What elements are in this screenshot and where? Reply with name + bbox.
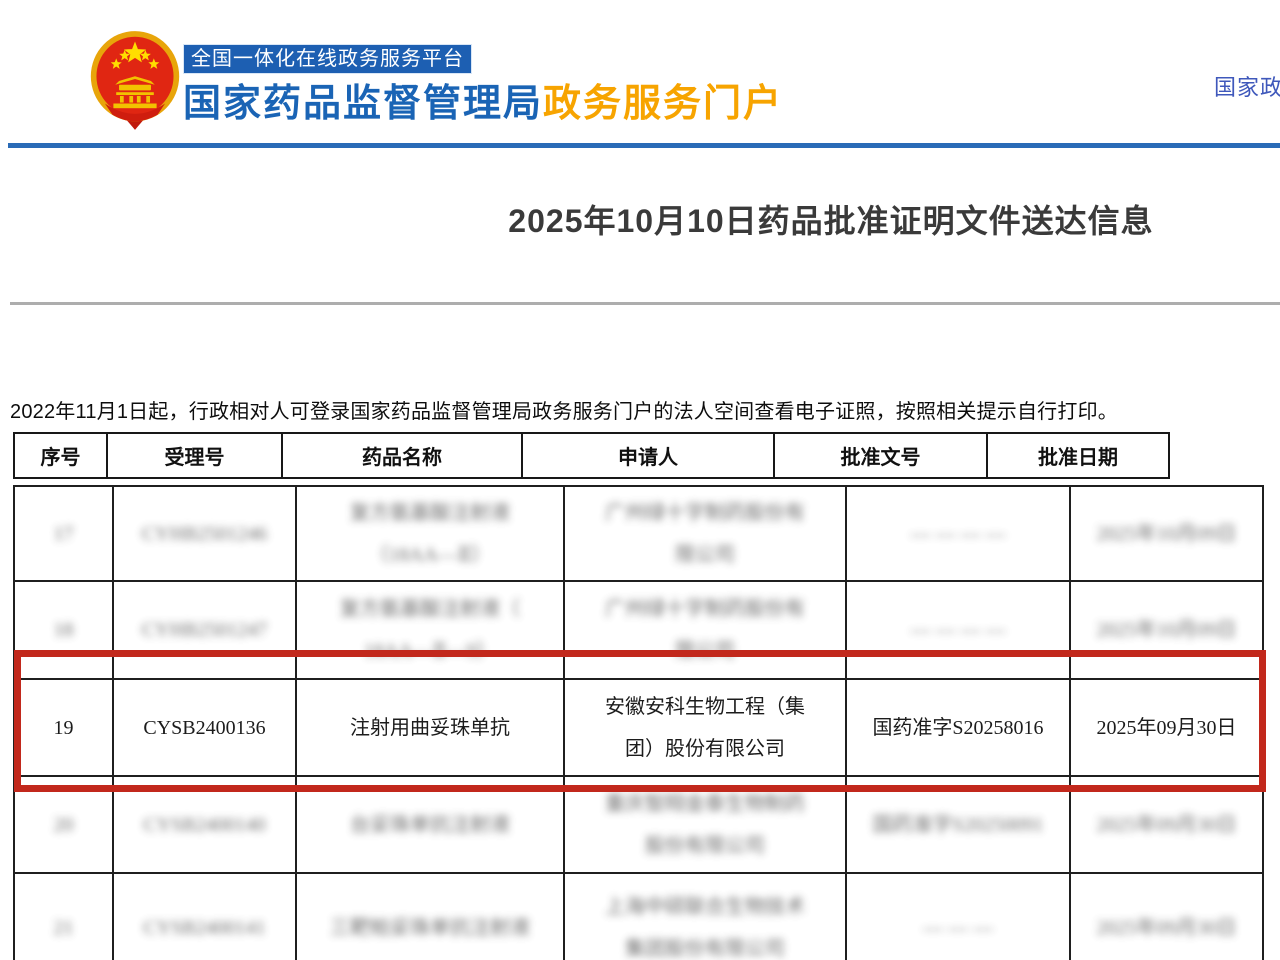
site-logo-title[interactable]: 国家药品监督管理局政务服务门户 [183, 72, 783, 127]
agency-name: 国家药品监督管理局 [183, 83, 543, 125]
table-cell: 重庆智翔金泰生物制药股份有限公司 [564, 776, 846, 873]
table-cell: 2025年10月09日 [1070, 486, 1263, 581]
column-header: 批准文号 [774, 433, 987, 478]
table-cell: CYSB2400141 [113, 873, 296, 960]
column-header: 批准日期 [987, 433, 1169, 478]
table-cell: 17 [14, 486, 113, 581]
table-cell: 上海中硕联合生物技术集团股份有限公司 [564, 873, 846, 960]
table-cell: 台妥珠单抗注射液 [296, 776, 564, 873]
table-cell: — — — — [846, 581, 1070, 679]
approval-table: 17CYHB2501246复方氨基酸注射液（18AA—Ⅱ）广州绿十字制药股份有限… [13, 485, 1264, 960]
platform-badge: 全国一体化在线政务服务平台 [183, 44, 472, 74]
approval-table-header: 序号受理号药品名称申请人批准文号批准日期 [13, 432, 1170, 479]
page-title: 2025年10月10日药品批准证明文件送达信息 [0, 196, 1280, 242]
table-cell: 三靶帕妥珠单抗注射液 [296, 873, 564, 960]
column-header: 申请人 [522, 433, 774, 478]
table-cell: 广州绿十字制药股份有限公司 [564, 486, 846, 581]
table-cell: 2025年09月30日 [1070, 873, 1263, 960]
table-cell: — — — [846, 873, 1070, 960]
table-cell: CYHB2501246 [113, 486, 296, 581]
table-cell: 注射用曲妥珠单抗 [296, 679, 564, 776]
table-cell: 复方氨基酸注射液（18AA—Ⅱ—9） [296, 581, 564, 679]
table-row-highlighted: 19CYSB2400136注射用曲妥珠单抗安徽安科生物工程（集团）股份有限公司国… [14, 679, 1263, 776]
header-row: 序号受理号药品名称申请人批准文号批准日期 [14, 433, 1169, 478]
notice-text: 2022年11月1日起，行政相对人可登录国家药品监督管理局政务服务门户的法人空间… [10, 395, 1270, 424]
table-cell: 20 [14, 776, 113, 873]
portal-name: 政务服务门户 [543, 83, 783, 125]
table-cell: 2025年09月30日 [1070, 679, 1263, 776]
header-divider [8, 143, 1280, 148]
table-cell: CYHB2501247 [113, 581, 296, 679]
column-header: 受理号 [107, 433, 282, 478]
column-header: 药品名称 [282, 433, 522, 478]
table-cell: CYSB2400140 [113, 776, 296, 873]
table-cell: 2025年10月09日 [1070, 581, 1263, 679]
national-platform-link[interactable]: 国家政务服务平台 [1214, 70, 1280, 102]
table-cell: 21 [14, 873, 113, 960]
title-divider [10, 302, 1280, 305]
column-header: 序号 [14, 433, 107, 478]
table-row: 20CYSB2400140台妥珠单抗注射液重庆智翔金泰生物制药股份有限公司国药准… [14, 776, 1263, 873]
page: 全国一体化在线政务服务平台 国家药品监督管理局政务服务门户 国家政务服务平台 2… [0, 0, 1280, 960]
table-row: 18CYHB2501247复方氨基酸注射液（18AA—Ⅱ—9）广州绿十字制药股份… [14, 581, 1263, 679]
table-cell: 安徽安科生物工程（集团）股份有限公司 [564, 679, 846, 776]
table-cell: 19 [14, 679, 113, 776]
table-cell: 国药准字S20250091 [846, 776, 1070, 873]
table-row: 21CYSB2400141三靶帕妥珠单抗注射液上海中硕联合生物技术集团股份有限公… [14, 873, 1263, 960]
table-cell: 广州绿十字制药股份有限公司 [564, 581, 846, 679]
table-cell: — — — — [846, 486, 1070, 581]
table-cell: 2025年09月30日 [1070, 776, 1263, 873]
table-cell: CYSB2400136 [113, 679, 296, 776]
national-emblem-icon [88, 30, 182, 130]
table-row: 17CYHB2501246复方氨基酸注射液（18AA—Ⅱ）广州绿十字制药股份有限… [14, 486, 1263, 581]
table-cell: 复方氨基酸注射液（18AA—Ⅱ） [296, 486, 564, 581]
table-cell: 国药准字S20258016 [846, 679, 1070, 776]
table-cell: 18 [14, 581, 113, 679]
